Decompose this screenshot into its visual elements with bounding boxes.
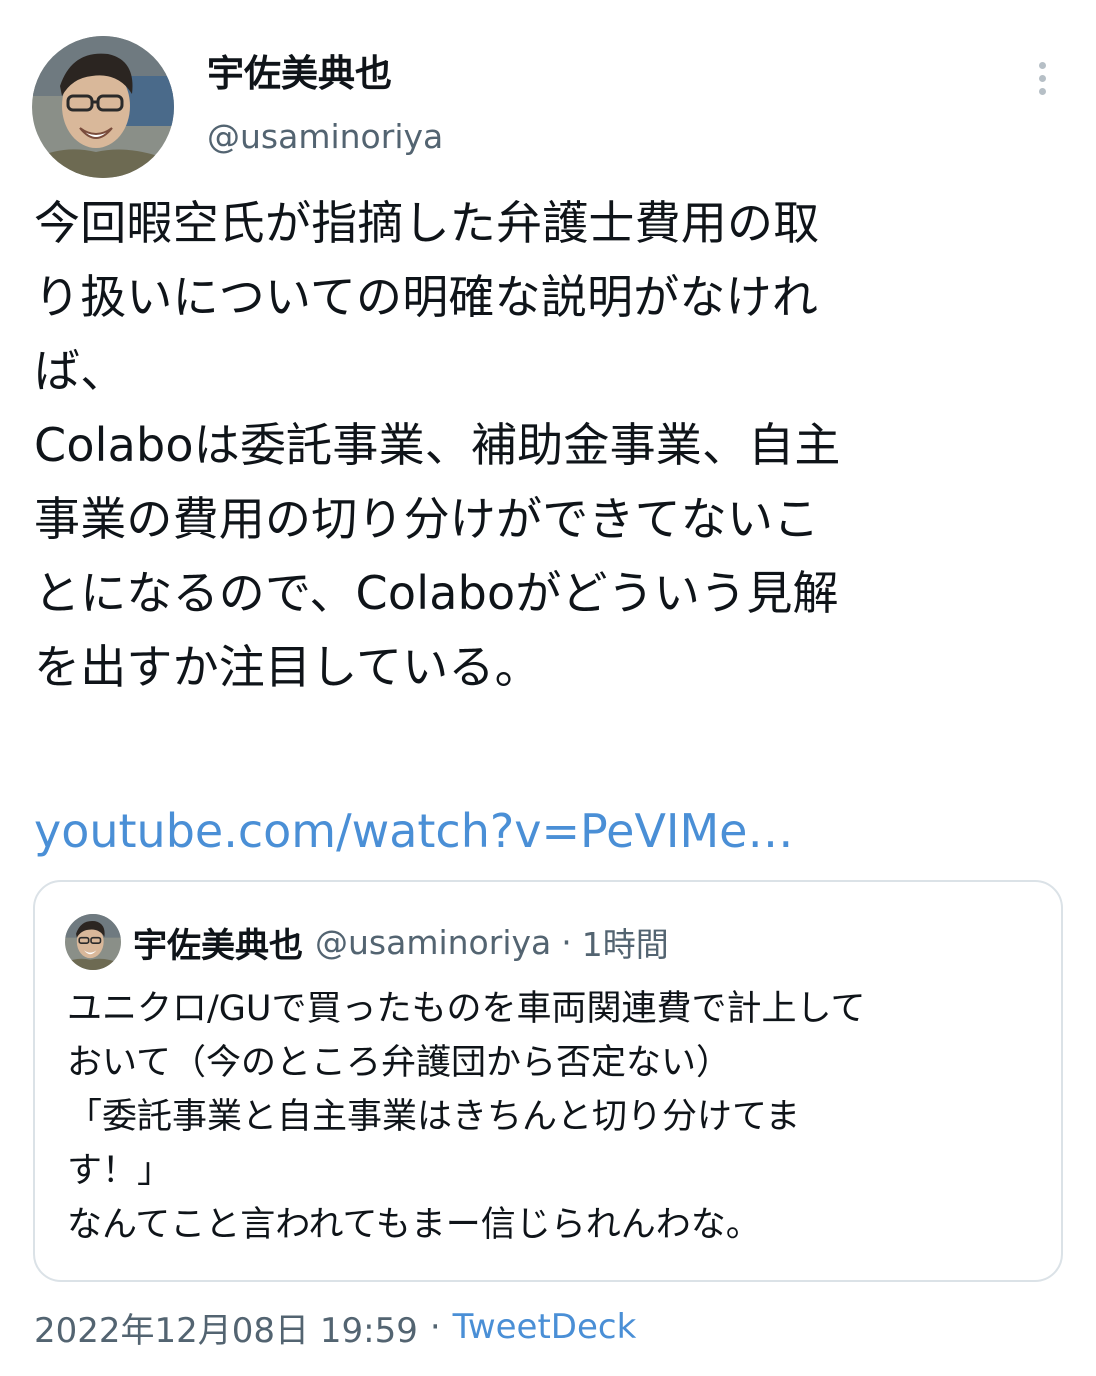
separator-dot: ·	[429, 1307, 441, 1347]
avatar-photo-icon	[32, 36, 174, 178]
tweet-text: 今回暇空氏が指摘した弁護士費用の取 り扱いについての明確な説明がなけれ ば、 C…	[34, 196, 841, 694]
tweet-meta: 2022年12月08日 19:59 · TweetDeck	[34, 1302, 636, 1352]
avatar-photo-icon	[65, 914, 121, 970]
tweet: 宇佐美典也 @usaminoriya 今回暇空氏が指摘した弁護士費用の取 り扱い…	[0, 0, 1096, 1376]
tweet-timestamp[interactable]: 2022年12月08日 19:59	[34, 1303, 418, 1352]
author-display-name[interactable]: 宇佐美典也	[207, 50, 392, 98]
quoted-author-display-name[interactable]: 宇佐美典也	[133, 918, 303, 967]
quoted-author-handle[interactable]: @usaminoriya	[315, 923, 551, 962]
quoted-tweet-time[interactable]: 1時間	[582, 918, 669, 966]
quoted-tweet-text: ユニクロ/GUで買ったものを車両関連費で計上して おいて（今のところ弁護団から否…	[67, 989, 866, 1245]
quoted-author-avatar[interactable]	[65, 914, 121, 970]
quoted-tweet-header: 宇佐美典也 @usaminoriya · 1時間	[133, 914, 669, 970]
separator-dot: ·	[561, 922, 572, 962]
author-avatar[interactable]	[32, 36, 174, 178]
tweet-source-link[interactable]: TweetDeck	[453, 1307, 637, 1347]
author-handle[interactable]: @usaminoriya	[207, 114, 443, 160]
tweet-link[interactable]: youtube.com/watch?v=PeVIMe…	[34, 794, 793, 868]
more-options-icon[interactable]	[1020, 54, 1064, 102]
quoted-tweet-card[interactable]: 宇佐美典也 @usaminoriya · 1時間 ユニクロ/GUで買ったものを車…	[33, 880, 1063, 1282]
